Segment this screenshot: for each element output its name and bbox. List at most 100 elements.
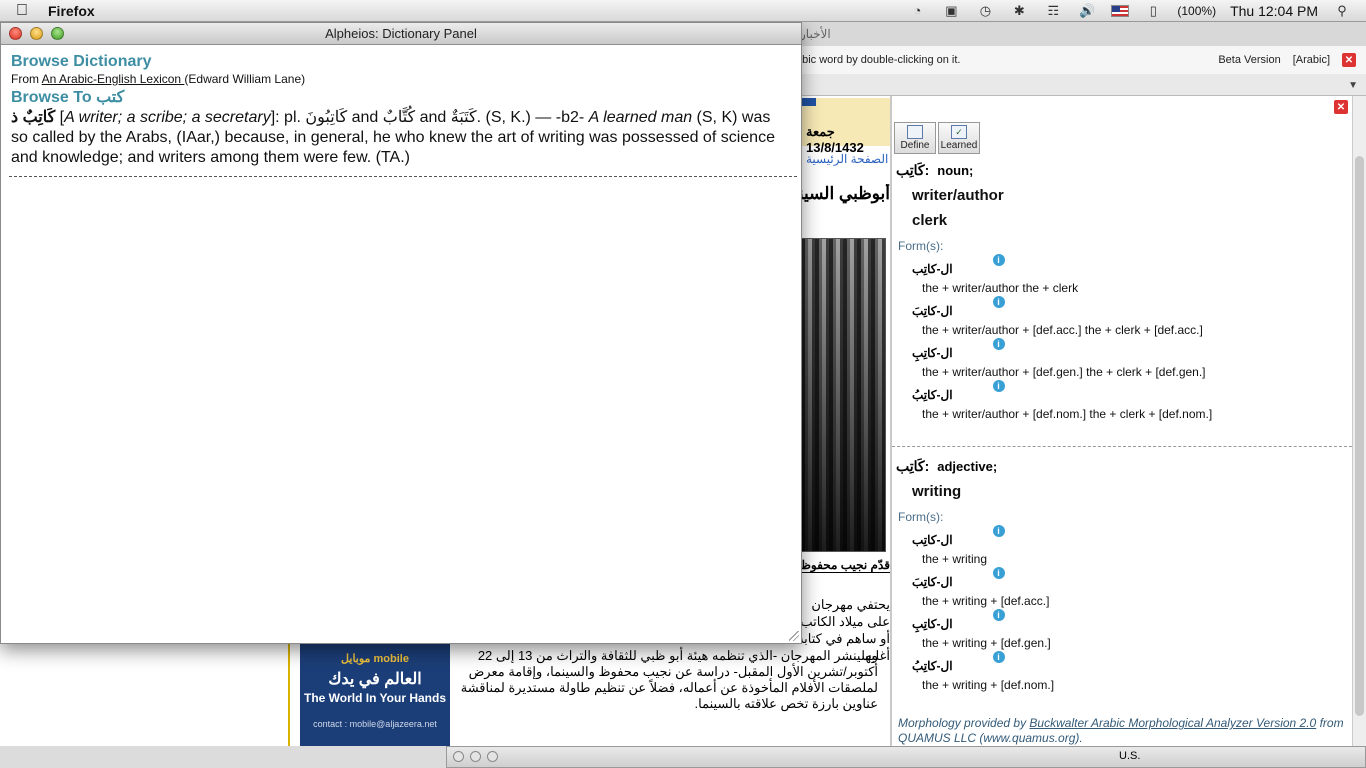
time-machine-icon[interactable]: ◷ [975,3,995,18]
from-label: From [11,72,42,86]
lexicon-author: (Edward William Lane) [184,72,306,86]
close-button[interactable] [453,751,464,762]
plural-form: كَاتِبُونَ [305,109,348,126]
browser-toolbar: ▼ [790,74,1366,96]
home-link[interactable]: الصفحة الرئيسية [806,152,890,166]
plural-form: كَتَبَةٌ [450,109,477,126]
forms-label: Form(s): [898,239,944,253]
background-window: U.S. [446,746,1366,768]
banner-accent [800,98,816,106]
page-date: جمعة 13/8/1432 [806,124,864,155]
entry-sense: clerk [912,212,948,229]
browse-to-word[interactable]: كتب [96,89,124,106]
credit-prefix: Morphology provided by [898,716,1030,730]
form-word: ال-كاتِبَ [912,575,953,589]
apple-menu-icon[interactable]:  [0,2,44,20]
form-word: ال-كاتِبِ [912,617,953,631]
minimize-button[interactable] [30,27,43,40]
form-gloss: the + writing + [def.gen.] [922,636,1051,650]
resize-handle[interactable] [789,631,799,641]
form-gloss: the + writing + [def.acc.] [922,594,1050,608]
form-gloss: the + writer/author + [def.nom.] the + c… [922,407,1213,421]
entry-pos: noun; [937,163,974,178]
ad-contact: contact : mobile@aljazeera.net [313,719,437,729]
chevron-down-icon[interactable]: ▼ [1348,80,1358,91]
learned-button[interactable]: ✓ Learned [938,122,980,154]
entry-sense: writer/author [912,187,1004,204]
dictionary-definition: كَاتِبٌ ذ [A writer; a scribe; a secreta… [11,109,775,166]
entry-lemma[interactable]: كَاتِب: [896,458,929,475]
browse-to-label: Browse To [11,89,92,106]
info-icon[interactable]: i [992,609,1005,621]
info-icon[interactable]: i [992,651,1005,663]
browse-to-heading: Browse To كتب [11,87,791,107]
notification-text: abic word by double-clicking on it. [796,54,961,66]
definition-text: and [415,109,451,126]
forms-label: Form(s): [898,510,944,524]
sidebar-scrollbar[interactable] [1352,96,1366,746]
minimize-button[interactable] [470,751,481,762]
close-button[interactable] [9,27,22,40]
language-label[interactable]: [Arabic] [1293,54,1330,66]
sidebar-toolbar: Define ✓ Learned [894,122,980,154]
close-sidebar-icon[interactable]: ✕ [1334,100,1348,114]
scrollbar-thumb[interactable] [1355,156,1364,716]
buckwalter-link[interactable]: Buckwalter Arabic Morphological Analyzer… [1029,716,1316,730]
browse-dictionary-title: Browse Dictionary [11,53,152,70]
entry-pos: adjective; [937,459,998,474]
browser-tab[interactable]: الأخبار [800,27,831,41]
battery-percent: (100%) [1177,3,1217,18]
plural-form: كُتَّابٌ [382,109,416,126]
menubar-clock[interactable]: Thu 12:04 PM [1230,3,1318,19]
zoom-button[interactable] [51,27,64,40]
article-headline[interactable]: أبوظبي السينمائي [800,184,890,204]
form-item: ال-كاتِبُ i the + writing + [def.nom.] [912,651,1346,692]
entry-sense: writing [912,483,962,500]
wifi-icon[interactable]: ☶ [1043,3,1063,18]
input-flag-icon[interactable] [1111,4,1130,17]
camera-icon[interactable]: ▣ [941,3,961,18]
alpheios-sidebar: ✕ Define ✓ Learned كَاتِب: noun; writer/… [890,96,1352,746]
form-word: ال-كاتِب [912,533,953,547]
define-button[interactable]: Define [894,122,936,154]
battery-icon[interactable]: ▯ [1143,3,1163,18]
info-icon[interactable]: i [992,380,1005,392]
form-item: ال-كاتِبُ i the + writer/author + [def.no… [912,380,1346,421]
article-paragraph: وسينشر المهرجان -الذي تنظمه هيئة أبو ظبي… [460,648,878,711]
form-word: ال-كاتِبِ [912,346,953,360]
article-photo [800,238,886,552]
beta-version-label: Beta Version [1218,54,1281,66]
form-item: ال-كاتِبِ i the + writer/author + [def.ge… [912,338,1346,379]
spotlight-search-icon[interactable]: ⚲ [1332,3,1352,18]
mobile-advertisement[interactable]: موبايل mobile العالم في يدك The World In… [300,642,450,746]
app-menu[interactable]: Firefox [48,3,95,19]
form-gloss: the + writing [922,552,988,566]
info-icon[interactable]: i [992,254,1005,266]
article-line: أو ساهم في كتابة [800,631,890,646]
info-icon[interactable]: i [992,567,1005,579]
window-controls [453,751,498,762]
headword: كَاتِبٌ ذ [11,109,56,126]
lexicon-link[interactable]: An Arabic-English Lexicon [42,72,185,86]
checkmark-icon: ✓ [951,125,967,139]
menu-bar:  Firefox ◔ ▣ ◷ ✱ ☶ 🔊 ▯ (100%) Thu 12:04… [0,0,1366,22]
window-title-bar[interactable]: Alpheios: Dictionary Panel [1,23,801,45]
volume-icon[interactable]: 🔊 [1077,3,1097,18]
entry-divider [892,446,1352,447]
sync-status-icon[interactable]: ◔ [907,3,927,18]
definition-gloss: A writer; a scribe; a secretary [64,109,271,126]
close-notification-icon[interactable]: ✕ [1342,53,1356,67]
form-item: ال-كاتِب i the + writer/author the + cler… [912,254,1346,295]
definition-text: and [347,109,383,126]
zoom-button[interactable] [487,751,498,762]
entry-header: كَاتِب: noun; [896,162,1346,179]
photo-caption: قدّم نجيب محفوظ [800,558,890,573]
entry-lemma[interactable]: كَاتِب: [896,162,929,179]
ad-brand: موبايل mobile [341,653,409,665]
lexicon-source: From An Arabic-English Lexicon (Edward W… [11,72,791,86]
form-gloss: the + writing + [def.nom.] [922,678,1055,692]
info-icon[interactable]: i [992,296,1005,308]
bluetooth-icon[interactable]: ✱ [1009,3,1029,18]
info-icon[interactable]: i [992,525,1005,537]
info-icon[interactable]: i [992,338,1005,350]
